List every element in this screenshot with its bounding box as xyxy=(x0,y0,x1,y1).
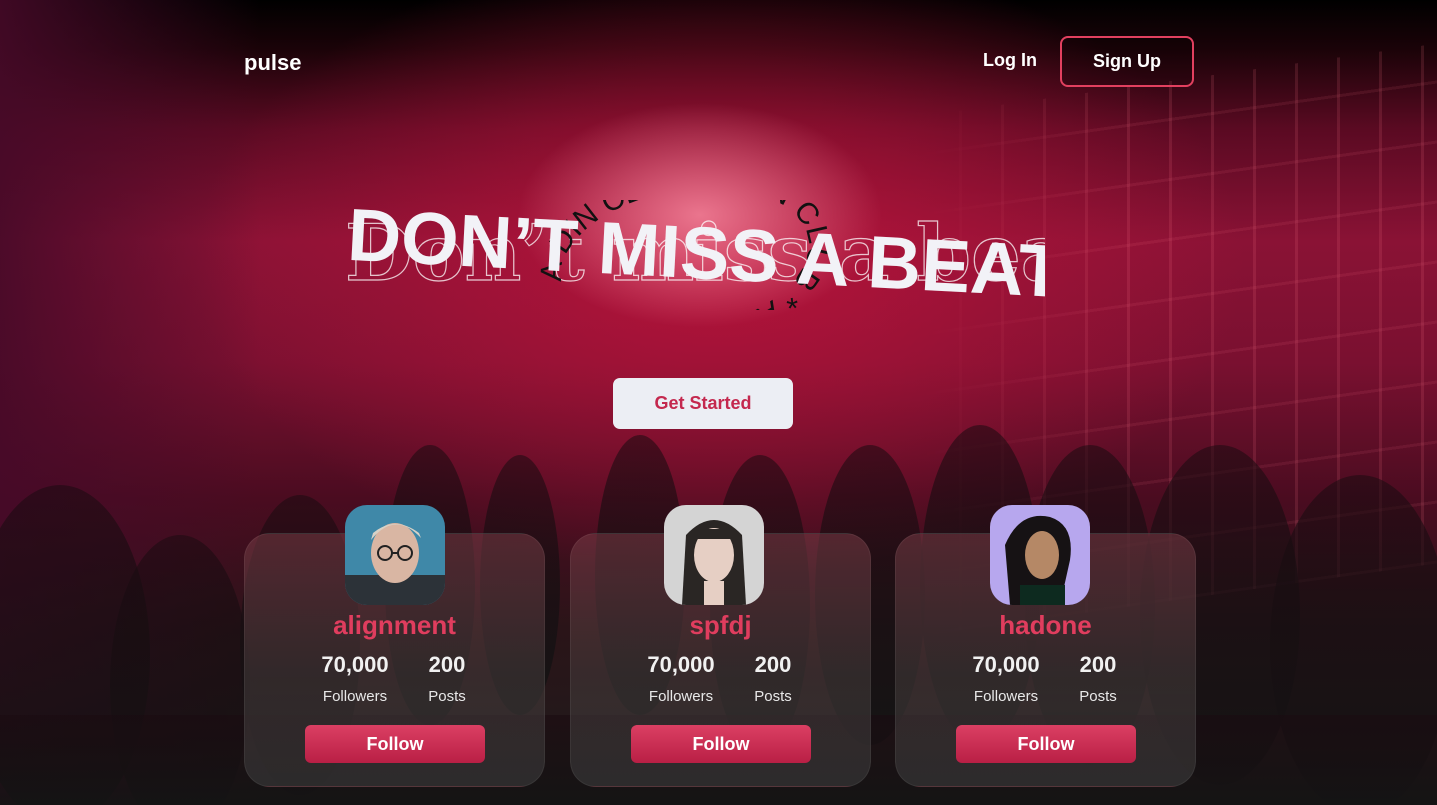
avatar[interactable] xyxy=(664,505,764,605)
followers-count: 70,000 xyxy=(647,652,715,677)
followers-count: 70,000 xyxy=(321,652,389,677)
follow-button[interactable]: Follow xyxy=(956,725,1136,763)
posts-count: 200 xyxy=(754,652,792,677)
artist-card-hadone: hadone 70,000 200 Followers Posts Follow xyxy=(895,505,1196,787)
hero-title: Don’t miss a beat A DIN CLUB * A DIN CLU… xyxy=(345,200,1045,310)
avatar[interactable] xyxy=(990,505,1090,605)
artist-name[interactable]: hadone xyxy=(896,610,1195,641)
follow-button[interactable]: Follow xyxy=(631,725,811,763)
get-started-button[interactable]: Get Started xyxy=(613,378,793,429)
follow-button[interactable]: Follow xyxy=(305,725,485,763)
login-button[interactable]: Log In xyxy=(983,50,1037,71)
artist-card-alignment: alignment 70,000 200 Followers Posts Fol… xyxy=(244,505,545,787)
artist-name[interactable]: alignment xyxy=(245,610,544,641)
followers-label: Followers xyxy=(973,688,1039,705)
signup-button[interactable]: Sign Up xyxy=(1060,36,1194,87)
artist-card-spfdj: spfdj 70,000 200 Followers Posts Follow xyxy=(570,505,871,787)
posts-label: Posts xyxy=(428,688,466,705)
followers-label: Followers xyxy=(322,688,388,705)
avatar[interactable] xyxy=(345,505,445,605)
brand-logo[interactable]: pulse xyxy=(244,50,301,76)
followers-label: Followers xyxy=(648,688,714,705)
posts-label: Posts xyxy=(754,688,792,705)
posts-count: 200 xyxy=(1079,652,1117,677)
posts-count: 200 xyxy=(428,652,466,677)
followers-count: 70,000 xyxy=(972,652,1040,677)
artist-name[interactable]: spfdj xyxy=(571,610,870,641)
posts-label: Posts xyxy=(1079,688,1117,705)
